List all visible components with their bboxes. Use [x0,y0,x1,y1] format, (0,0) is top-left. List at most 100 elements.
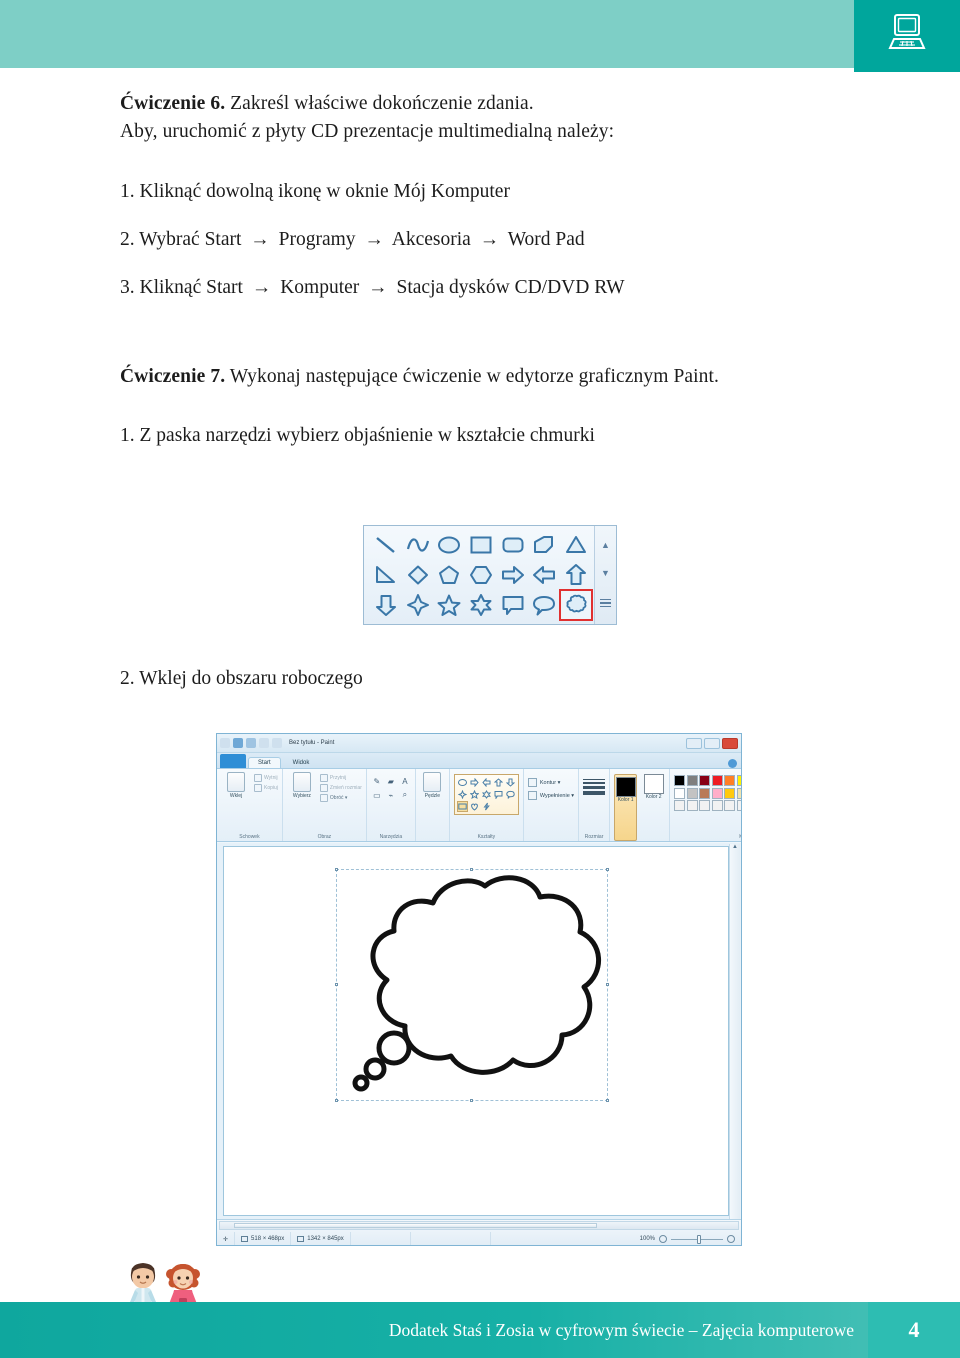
shape-triangle[interactable] [560,530,592,560]
ribbon-shape-up-arrow[interactable] [493,777,504,788]
hscroll-thumb[interactable] [234,1223,597,1228]
save-icon[interactable] [233,738,243,748]
scroll-down-icon[interactable]: ▼ [601,568,610,578]
customize-quick-access-icon[interactable] [272,738,282,748]
selection-box[interactable] [335,868,609,1102]
color-1-button[interactable]: Kolor 1 [614,774,638,841]
ribbon-shape-left-arrow[interactable] [481,777,492,788]
rotate-button[interactable]: Obróć ▾ [319,794,362,802]
redo-icon[interactable] [259,738,269,748]
size-button[interactable] [583,772,606,797]
palette-swatch-empty[interactable] [711,800,723,811]
zoom-slider-thumb[interactable] [697,1234,701,1244]
shape-oval[interactable] [433,530,465,560]
resize-handle[interactable] [335,868,338,871]
undo-icon[interactable] [246,738,256,748]
file-menu-button[interactable] [220,754,246,768]
zoom-control[interactable]: 100% [640,1234,741,1244]
shape-five-point-star[interactable] [433,590,465,620]
shape-right-trapezoid[interactable] [529,530,561,560]
help-icon[interactable] [728,759,737,768]
maximize-button[interactable] [704,737,720,749]
palette-swatch-empty[interactable] [686,800,698,811]
crop-button[interactable]: Przytnij [319,774,362,782]
ribbon-shape-round-callout[interactable] [505,789,516,800]
ribbon-shape-rect-callout[interactable] [493,789,504,800]
palette-swatch-empty[interactable] [699,800,711,811]
shape-rounded-rectangle[interactable] [497,530,529,560]
paint-canvas[interactable] [223,846,729,1216]
select-button[interactable]: Wybierz [287,772,317,841]
canvas-vertical-scrollbar[interactable]: ▲ [729,844,740,1219]
resize-handle[interactable] [335,1099,338,1102]
ribbon-shape-lightning[interactable] [481,801,492,812]
shape-curve[interactable] [402,530,434,560]
palette-swatch[interactable] [674,775,686,786]
fill-shape-button[interactable]: Wypełnienie ▾ [527,791,574,800]
shape-pentagon[interactable] [433,560,465,590]
shape-four-point-star[interactable] [402,590,434,620]
palette-swatch[interactable] [711,775,723,786]
palette-swatch[interactable] [686,775,698,786]
shape-down-arrow[interactable] [370,590,402,620]
palette-swatch-empty[interactable] [674,800,686,811]
ribbon-shape-down-arrow[interactable] [505,777,516,788]
scroll-up-icon[interactable]: ▲ [601,540,610,550]
shape-diamond[interactable] [402,560,434,590]
resize-handle[interactable] [335,983,338,986]
color-2-button[interactable]: Kolor 2 [642,774,665,841]
palette-swatch[interactable] [699,775,711,786]
shape-hexagon[interactable] [465,560,497,590]
cut-button[interactable]: Wytnij [254,774,278,782]
shape-rounded-callout[interactable] [529,590,561,620]
minimize-button[interactable] [686,737,702,749]
brushes-button[interactable]: Pędzle [420,772,445,841]
palette-swatch[interactable] [736,787,741,799]
magnifier-icon[interactable]: ⌕ [399,789,411,801]
close-button[interactable] [722,737,738,749]
palette-swatch[interactable] [674,787,686,799]
more-shapes-icon[interactable] [600,597,611,610]
palette-swatch-empty[interactable] [724,800,736,811]
shape-rectangular-callout[interactable] [497,590,529,620]
scroll-up-arrow-icon[interactable]: ▲ [730,844,740,850]
resize-handle[interactable] [606,983,609,986]
palette-swatch[interactable] [724,775,736,786]
shape-up-arrow[interactable] [560,560,592,590]
shape-rectangle[interactable] [465,530,497,560]
palette-swatch-empty[interactable] [736,800,741,811]
color-palette[interactable] [674,772,741,841]
shape-right-arrow[interactable] [497,560,529,590]
color-picker-icon[interactable]: ⌁ [385,789,397,801]
copy-button[interactable]: Kopiuj [254,784,278,792]
palette-swatch[interactable] [724,787,736,799]
ribbon-shape-five-point-star[interactable] [469,789,480,800]
shape-line[interactable] [370,530,402,560]
tab-start[interactable]: Start [248,757,281,768]
resize-handle[interactable] [606,1099,609,1102]
ribbon-shape-oval[interactable] [457,777,468,788]
shapes-gallery-scrollbar[interactable]: ▲ ▼ [594,526,616,624]
resize-handle[interactable] [470,1099,473,1102]
ribbon-shape-six-point-star[interactable] [481,789,492,800]
ribbon-shape-rectangle[interactable] [456,801,468,812]
resize-handle[interactable] [470,868,473,871]
canvas-horizontal-scrollbar[interactable] [219,1221,739,1230]
paste-button[interactable]: Wklej [221,772,251,841]
ribbon-shapes-scroll-up[interactable] [493,801,504,812]
fill-icon[interactable]: ▰ [385,775,397,787]
shape-six-point-star[interactable] [465,590,497,620]
ribbon-shape-heart[interactable] [469,801,480,812]
eraser-icon[interactable]: ▭ [371,789,383,801]
shape-left-arrow[interactable] [529,560,561,590]
resize-handle[interactable] [606,868,609,871]
palette-swatch[interactable] [699,787,711,799]
zoom-in-button[interactable] [727,1235,735,1243]
resize-button[interactable]: Zmień rozmiar [319,784,362,792]
ribbon-shape-right-arrow[interactable] [469,777,480,788]
outline-button[interactable]: Kontur ▾ [527,778,574,787]
shape-right-triangle[interactable] [370,560,402,590]
tab-widok[interactable]: Widok [283,757,320,768]
shape-cloud-callout[interactable] [559,589,593,621]
text-icon[interactable]: A [399,775,411,787]
